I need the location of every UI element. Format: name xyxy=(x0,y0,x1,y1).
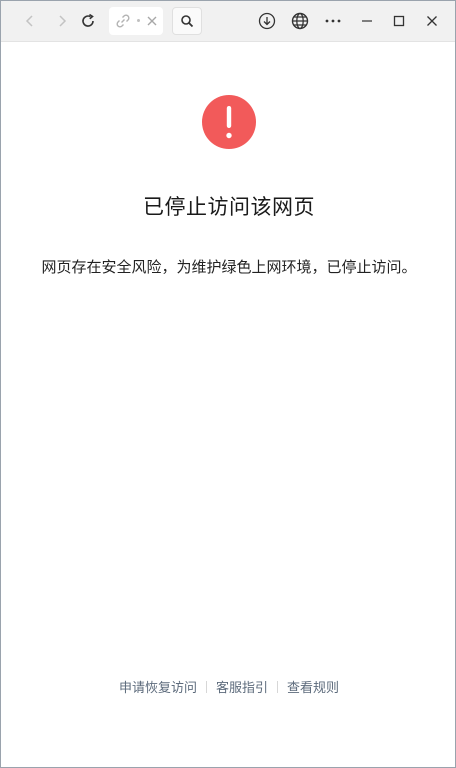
more-icon xyxy=(325,19,341,23)
maximize-icon xyxy=(393,15,405,27)
search-button[interactable] xyxy=(172,7,202,35)
page-title: 已停止访问该网页 xyxy=(143,195,315,219)
chevron-left-icon xyxy=(25,15,33,27)
browser-window: 已停止访问该网页 网页存在安全风险，为维护绿色上网环境，已停止访问。 申请恢复访… xyxy=(0,0,456,768)
address-bar[interactable] xyxy=(109,7,163,35)
more-button[interactable] xyxy=(321,9,345,33)
minimize-button[interactable] xyxy=(355,9,379,33)
footer-divider xyxy=(277,680,278,693)
close-window-button[interactable] xyxy=(420,9,444,33)
download-icon xyxy=(258,12,276,30)
customer-service-guide-link[interactable]: 客服指引 xyxy=(216,677,268,696)
exclamation-icon xyxy=(202,95,256,149)
chevron-right-icon xyxy=(59,15,67,27)
warning-message: 网页存在安全风险，为维护绿色上网环境，已停止访问。 xyxy=(41,258,417,276)
forward-button[interactable] xyxy=(50,9,74,33)
globe-button[interactable] xyxy=(288,9,312,33)
download-button[interactable] xyxy=(255,9,279,33)
browser-toolbar xyxy=(1,1,455,42)
maximize-button[interactable] xyxy=(387,9,411,33)
clear-address-button[interactable] xyxy=(145,14,159,28)
url-separator-dot xyxy=(137,19,140,22)
close-icon xyxy=(427,16,437,26)
link-icon xyxy=(116,14,130,28)
globe-icon xyxy=(291,12,309,30)
view-rules-link[interactable]: 查看规则 xyxy=(287,677,339,696)
reload-icon xyxy=(82,13,94,27)
request-restore-access-link[interactable]: 申请恢复访问 xyxy=(119,677,197,696)
reload-button[interactable] xyxy=(76,9,100,33)
footer-links: 申请恢复访问 客服指引 查看规则 xyxy=(1,677,456,696)
page-content: 已停止访问该网页 网页存在安全风险，为维护绿色上网环境，已停止访问。 xyxy=(1,42,455,767)
minimize-icon xyxy=(362,20,372,22)
back-button[interactable] xyxy=(18,9,42,33)
search-icon xyxy=(181,15,194,28)
footer-divider xyxy=(205,680,207,693)
